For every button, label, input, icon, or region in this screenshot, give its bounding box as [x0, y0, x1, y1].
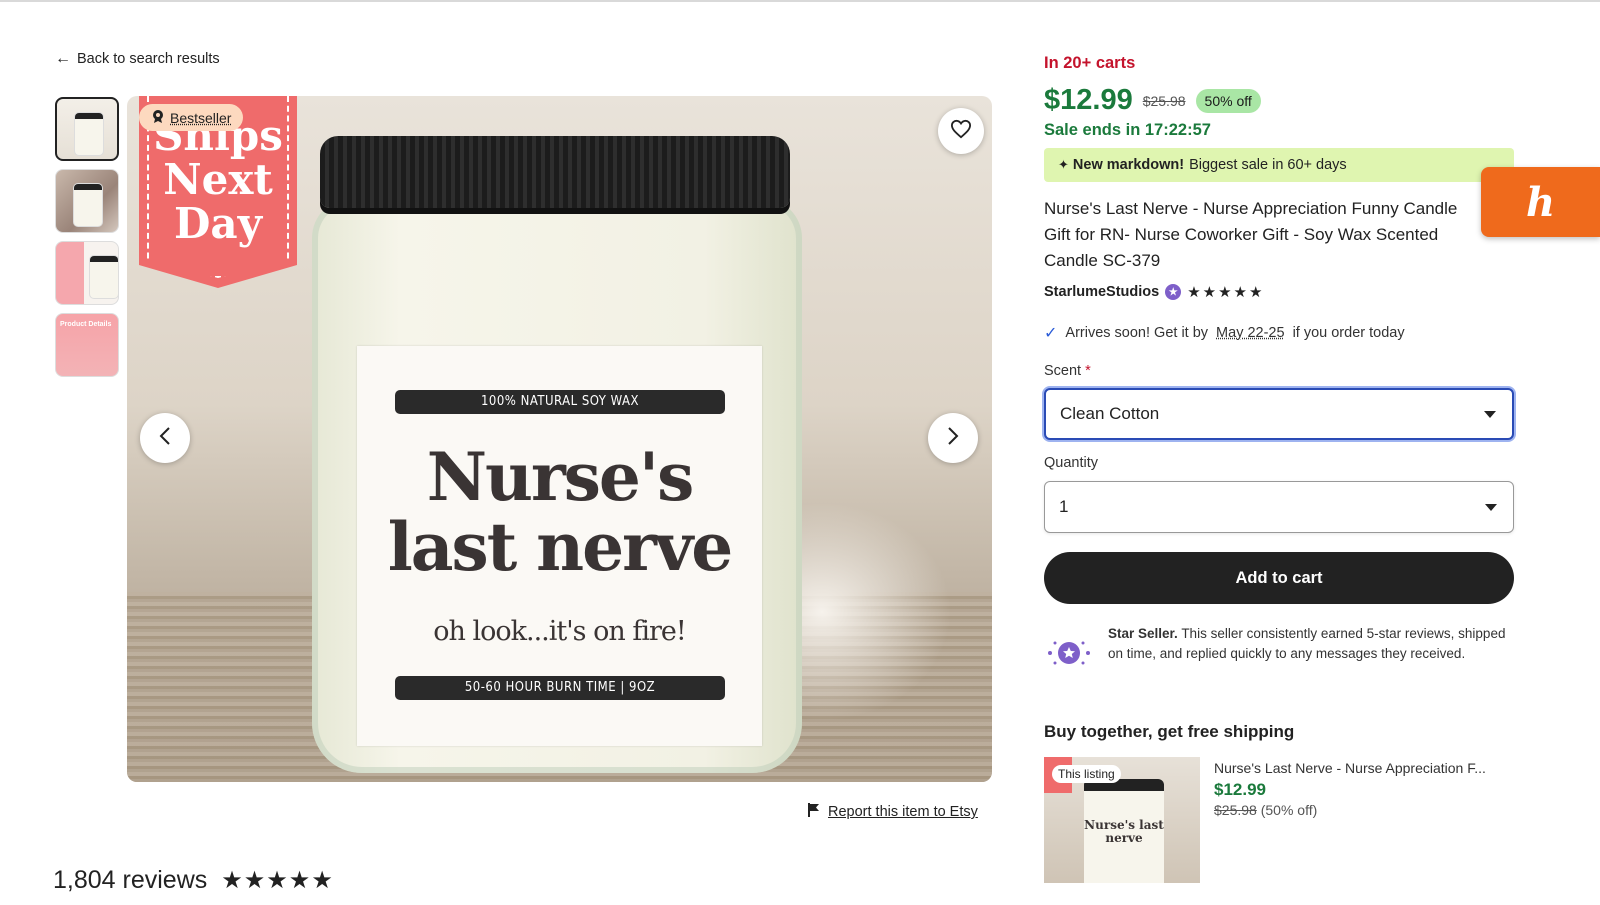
- thumbnail-3[interactable]: [55, 241, 119, 305]
- chevron-right-icon: [946, 426, 960, 451]
- buy-together-title: Buy together, get free shipping: [1044, 722, 1295, 741]
- reviews-stars: ★★★★★: [221, 867, 334, 894]
- bundle-discount-note: (50% off): [1260, 802, 1318, 818]
- quantity-select[interactable]: 1: [1044, 481, 1514, 533]
- discount-badge: 50% off: [1195, 88, 1261, 113]
- sale-price: $12.99: [1044, 84, 1133, 116]
- thumbnail-4[interactable]: Product Details: [55, 313, 119, 377]
- bundle-item-info: Nurse's Last Nerve - Nurse Appreciation …: [1214, 760, 1514, 818]
- delivery-estimate: ✓ Arrives soon! Get it by May 22-25 if y…: [1044, 323, 1405, 343]
- heart-icon: [950, 119, 972, 144]
- bundle-item-name[interactable]: Nurse's Last Nerve - Nurse Appreciation …: [1214, 760, 1514, 776]
- thumbnail-jar-image: [90, 256, 118, 298]
- flag-icon: [808, 803, 820, 821]
- star-seller-icon: [1044, 628, 1094, 678]
- reviews-count: 1,804 reviews: [53, 866, 208, 894]
- markdown-bold: New markdown!: [1072, 157, 1185, 173]
- main-product-image: 100% NATURAL SOY WAX Nurse's last nerve …: [127, 96, 992, 782]
- back-to-search-link[interactable]: ← Back to search results: [55, 50, 220, 68]
- scent-value: Clean Cotton: [1060, 404, 1160, 423]
- scent-label: Scent *: [1044, 363, 1091, 379]
- ribbon-text: Ships Next Day: [139, 114, 297, 246]
- honey-logo-icon: h: [1525, 178, 1556, 226]
- chevron-left-icon: [158, 426, 172, 451]
- jar-band-top: 100% NATURAL SOY WAX: [395, 390, 725, 414]
- in-carts-notice: In 20+ carts: [1044, 54, 1136, 72]
- scent-select[interactable]: Clean Cotton: [1044, 388, 1514, 440]
- arrow-left-icon: ←: [55, 50, 71, 67]
- seller-row: StarlumeStudios ★ ★★★★★: [1044, 283, 1264, 301]
- thumbnail-1[interactable]: [55, 97, 119, 161]
- award-icon: [151, 109, 165, 126]
- ribbon-line-2: Next: [163, 155, 273, 204]
- quantity-value: 1: [1059, 497, 1069, 516]
- original-price: $25.98: [1142, 92, 1186, 109]
- bundle-item-image[interactable]: Nurse's last nerve This listing: [1044, 757, 1200, 883]
- thumbnail-label: Product Details: [60, 321, 112, 328]
- add-to-cart-button[interactable]: Add to cart: [1044, 552, 1514, 604]
- bundle-jar-text: Nurse's last nerve: [1084, 818, 1164, 845]
- jar-label: 100% NATURAL SOY WAX Nurse's last nerve …: [357, 346, 762, 746]
- required-marker: *: [1085, 363, 1091, 379]
- thumbnail-jar-image: [75, 113, 103, 155]
- reviews-header: 1,804 reviews ★★★★★: [53, 866, 334, 895]
- arrives-pre: Arrives soon! Get it by: [1065, 325, 1209, 341]
- star-seller-text: Star Seller. This seller consistently ea…: [1108, 624, 1514, 678]
- thumbnail-jar-image: [74, 184, 102, 226]
- scent-label-text: Scent: [1044, 363, 1082, 379]
- thumbnail-2[interactable]: [55, 169, 119, 233]
- bestseller-label: Bestseller: [170, 109, 232, 126]
- markdown-text: Biggest sale in 60+ days: [1189, 157, 1347, 173]
- jar-lid: [320, 136, 790, 208]
- sparkle-icon: ✦: [1058, 157, 1069, 172]
- jar-line-3: oh look...it's on fire!: [433, 616, 686, 647]
- top-border: [0, 0, 1600, 2]
- bundle-original-price: $25.98 (50% off): [1214, 802, 1514, 818]
- bundle-item-price: $12.99: [1214, 780, 1266, 799]
- quantity-label: Quantity: [1044, 455, 1098, 471]
- ribbon-line-3: Day: [173, 199, 263, 248]
- sale-countdown: Sale ends in 17:22:57: [1044, 121, 1211, 139]
- bundle-jar: Nurse's last nerve: [1084, 779, 1164, 883]
- star-seller-bold: Star Seller.: [1108, 626, 1178, 641]
- caret-down-icon: [1484, 404, 1496, 424]
- previous-image-button[interactable]: [140, 413, 190, 463]
- jar-line-2: last nerve: [387, 508, 734, 586]
- product-title: Nurse's Last Nerve - Nurse Appreciation …: [1044, 199, 1458, 270]
- star-seller-badge-icon: ★: [1165, 284, 1182, 300]
- check-icon: ✓: [1044, 325, 1058, 342]
- star-seller-info: Star Seller. This seller consistently ea…: [1044, 624, 1514, 678]
- arrives-date[interactable]: May 22-25: [1216, 325, 1285, 341]
- this-listing-tag: This listing: [1052, 765, 1121, 783]
- seller-name-link[interactable]: StarlumeStudios: [1044, 284, 1159, 300]
- price-row: $12.99 $25.98 50% off: [1044, 84, 1261, 117]
- bestseller-badge[interactable]: Bestseller: [139, 104, 244, 131]
- report-label: Report this item to Etsy: [828, 804, 978, 820]
- report-item-link[interactable]: Report this item to Etsy: [808, 803, 978, 821]
- honey-extension-button[interactable]: h: [1481, 167, 1600, 237]
- bundle-original-amount: $25.98: [1214, 802, 1257, 818]
- caret-down-icon: [1485, 497, 1497, 517]
- back-label: Back to search results: [77, 51, 220, 67]
- candle-jar: 100% NATURAL SOY WAX Nurse's last nerve …: [312, 136, 807, 776]
- markdown-banner: ✦ New markdown! Biggest sale in 60+ days: [1044, 148, 1514, 182]
- thumbnail-list: Product Details: [55, 97, 121, 385]
- next-image-button[interactable]: [928, 413, 978, 463]
- jar-band-bottom: 50-60 HOUR BURN TIME | 9OZ: [395, 676, 725, 700]
- jar-line-1: Nurse's: [426, 438, 695, 516]
- seller-rating-stars: ★★★★★: [1187, 284, 1265, 301]
- arrives-post: if you order today: [1292, 325, 1405, 341]
- favorite-button[interactable]: [938, 108, 984, 154]
